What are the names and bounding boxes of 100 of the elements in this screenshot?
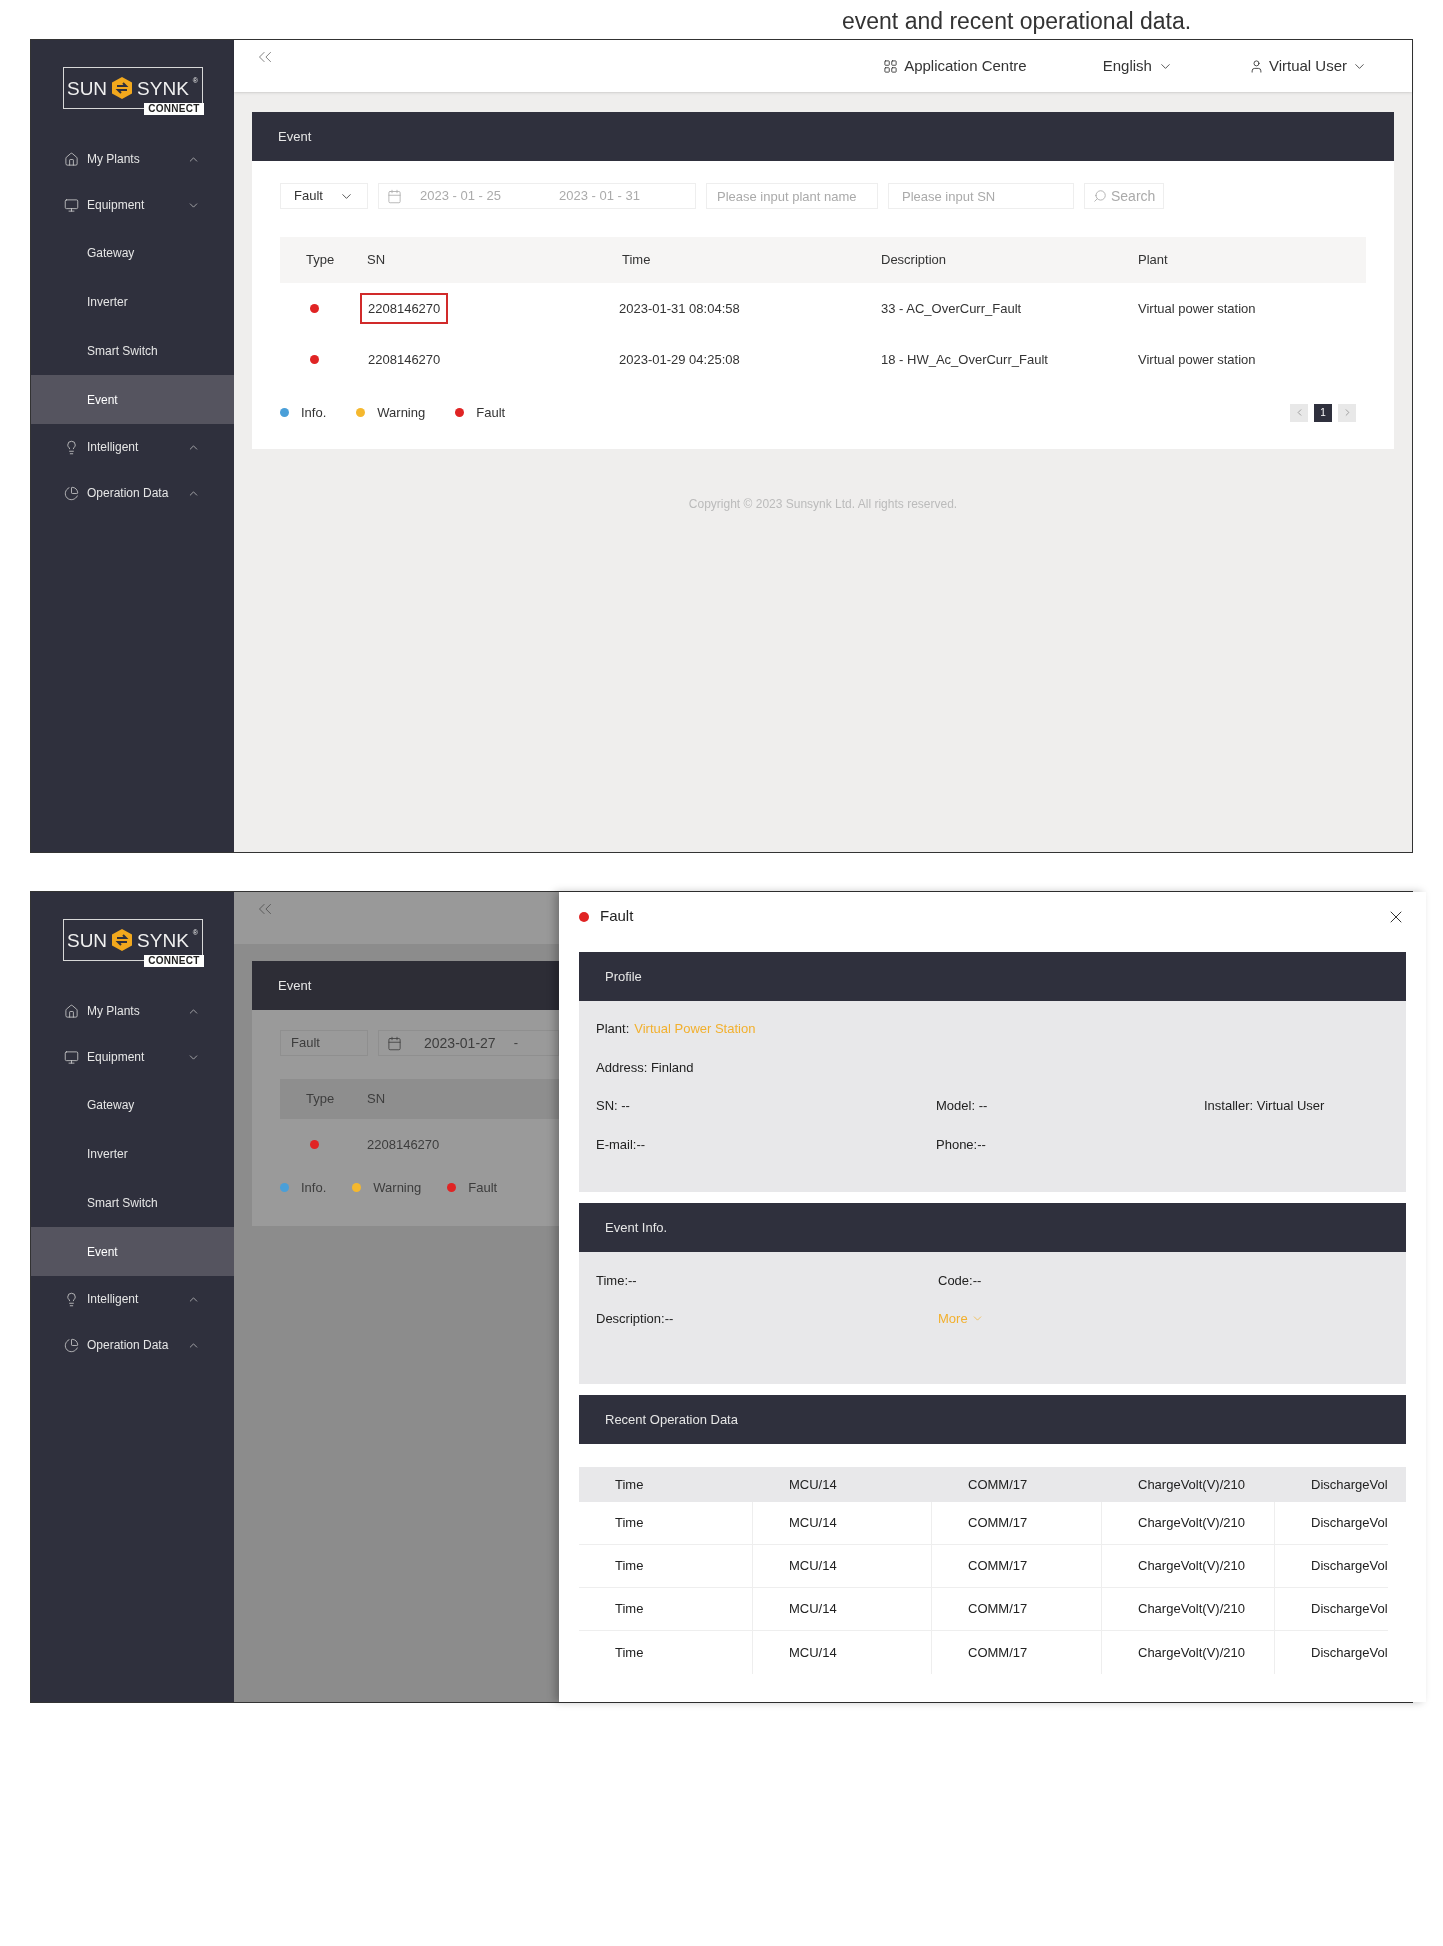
field-text: Phone:--	[936, 1135, 987, 1154]
start-date: 2023 - 01 - 25	[420, 187, 501, 206]
field-text: Address: Finland	[596, 1058, 695, 1077]
next-page-button[interactable]	[1338, 403, 1356, 422]
table-cell: MCU/14	[753, 1588, 932, 1630]
table-cell: Time	[579, 1631, 753, 1674]
logo-text: SUN	[66, 930, 108, 950]
calendar-icon	[387, 1035, 402, 1051]
legend-label: Warning	[377, 404, 426, 422]
plant-name-field[interactable]: Please input plant name	[706, 183, 878, 209]
house-icon	[64, 1003, 79, 1019]
section-header: Recent Operation Data	[579, 1395, 1406, 1444]
table-cell: COMM/17	[932, 1631, 1102, 1674]
logo-badge: CONNECT	[144, 103, 204, 115]
table-cell: ChargeVolt(V)/210	[1102, 1502, 1275, 1544]
table-cell-text: 18 - HW_Ac_OverCurr_Fault	[881, 350, 1049, 369]
sn-field[interactable]: Please input SN	[888, 183, 1074, 209]
field-text: Installer: Virtual User	[1204, 1097, 1326, 1115]
sidebar-group[interactable]: My Plants	[31, 988, 234, 1034]
user-icon	[1248, 58, 1264, 74]
sidebar-item[interactable]: Event	[31, 1227, 234, 1276]
date-separator: -	[513, 1034, 518, 1053]
section-header: Event Info.	[579, 1203, 1406, 1252]
sidebar-group[interactable]: Operation Data	[31, 470, 234, 516]
table-cell: COMM/17	[932, 1545, 1102, 1587]
field-label: Plant:	[596, 1020, 630, 1038]
sidebar-item[interactable]: Gateway	[31, 228, 234, 277]
table-row[interactable]: 2208146270 2023-01-31 08:04:58 33 - AC_OverCurr_Fault Virtual power station	[280, 283, 1366, 334]
sidebar-item[interactable]: Inverter	[31, 1129, 234, 1178]
type-select[interactable]: Fault	[280, 183, 368, 209]
field-text: Description:--	[596, 1309, 675, 1328]
column-header: Plant	[1138, 251, 1169, 270]
column-header: MCU/14	[788, 1475, 838, 1494]
column-header: DischargeVol	[1310, 1475, 1389, 1494]
application-centre-link[interactable]: Application Centre	[883, 54, 1027, 78]
table-cell-text: DischargeVol	[1310, 1557, 1388, 1576]
column-header: ChargeVolt(V)/210	[1137, 1475, 1246, 1494]
page-button[interactable]: 1	[1314, 403, 1332, 422]
logo-text: SYNK	[137, 78, 189, 98]
sidebar-item[interactable]: Gateway	[31, 1080, 234, 1129]
panel-header: Event	[252, 961, 559, 1010]
drawer-title: Fault	[600, 906, 634, 927]
monitor-icon	[64, 1049, 79, 1065]
end-date: 2023 - 01 - 31	[558, 187, 640, 206]
search-icon	[1093, 189, 1107, 203]
calendar-icon	[387, 188, 402, 204]
hexagon-logo-icon	[111, 76, 134, 100]
sidebar-group-label: My Plants	[87, 151, 141, 168]
sidebar-group[interactable]: Equipment	[31, 182, 234, 228]
sidebar-group[interactable]: Intelligent	[31, 424, 234, 470]
table-cell: ChargeVolt(V)/210	[1102, 1588, 1275, 1630]
table-row[interactable]: 2208146270	[280, 1119, 559, 1170]
sidebar-group-label: Equipment	[87, 1049, 146, 1066]
grid-icon	[883, 58, 899, 74]
sn-cell: 2208146270	[360, 292, 449, 325]
sn-cell-text: 2208146270	[367, 350, 442, 369]
lightbulb-icon	[64, 439, 79, 455]
sidebar-group[interactable]: Equipment	[31, 1034, 234, 1080]
previous-page-button[interactable]	[1290, 403, 1308, 422]
field-text: Time:--	[596, 1272, 638, 1290]
type-select[interactable]: Fault	[280, 1030, 368, 1056]
monitor-icon	[64, 197, 79, 213]
field-text: Code:--	[938, 1272, 983, 1290]
house-icon	[64, 151, 79, 167]
column-header: COMM/17	[967, 1475, 1029, 1494]
table-cell: MCU/14	[753, 1502, 932, 1544]
sidebar-item[interactable]: Inverter	[31, 277, 234, 326]
legend-label: Fault	[468, 1179, 498, 1197]
sidebar-group-label: Operation Data	[87, 485, 170, 502]
table-cell-text: 2023-01-29 04:25:08	[619, 350, 741, 369]
column-header: Type	[305, 251, 336, 270]
column-header: SN	[367, 251, 387, 270]
sidebar-group[interactable]: Operation Data	[31, 1322, 234, 1368]
legend-label: Info.	[301, 1179, 327, 1197]
column-header: Description	[881, 251, 948, 270]
pie-chart-icon	[64, 1337, 79, 1353]
table-cell: Time	[579, 1502, 753, 1544]
logo-text: SYNK	[137, 930, 189, 950]
column-header: Type	[305, 1090, 336, 1109]
field-text: E-mail:--	[596, 1135, 647, 1154]
legend-label: Info.	[301, 404, 327, 422]
logo-badge: CONNECT	[144, 955, 204, 967]
table-cell: Time	[579, 1545, 753, 1587]
date-range-field[interactable]: 2023-01-27 -	[378, 1030, 559, 1056]
panel-header: Event	[252, 112, 1394, 161]
sidebar-group[interactable]: My Plants	[31, 136, 234, 182]
sidebar-group-label: Operation Data	[87, 1337, 170, 1354]
column-header: Time	[614, 1475, 645, 1494]
sidebar-group[interactable]: Intelligent	[31, 1276, 234, 1322]
table-cell: MCU/14	[753, 1545, 932, 1587]
sidebar-group-label: Intelligent	[87, 1291, 140, 1308]
sidebar-group-label: Equipment	[87, 197, 146, 214]
user-dropdown[interactable]: Virtual User	[1248, 54, 1367, 78]
sidebar-item[interactable]: Smart Switch	[31, 1178, 234, 1227]
table-row[interactable]: 2208146270 2023-01-29 04:25:08 18 - HW_Ac_OverCurr_Fault Virtual power station	[280, 334, 1366, 385]
sidebar-group-label: Intelligent	[87, 439, 140, 456]
sidebar-item[interactable]: Event	[31, 375, 234, 424]
pie-chart-icon	[64, 485, 79, 501]
sidebar-item[interactable]: Smart Switch	[31, 326, 234, 375]
language-dropdown[interactable]: English	[1102, 54, 1173, 78]
